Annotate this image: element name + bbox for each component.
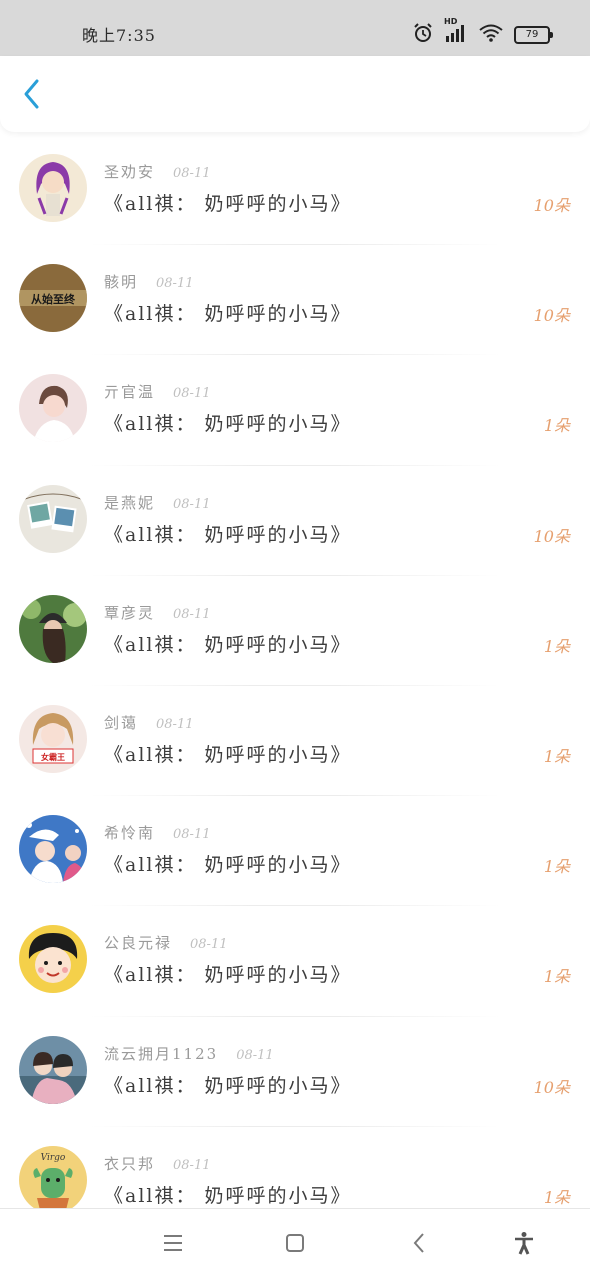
user-name: 公良元禄 bbox=[104, 934, 173, 953]
flower-count: 1朵 bbox=[543, 1187, 570, 1207]
user-name: 亓官温 bbox=[104, 383, 156, 402]
item-date: 08-11 bbox=[173, 827, 211, 843]
list-item[interactable]: 流云拥月1123 08-11 《all祺： 奶呼呼的小马》 10朵 bbox=[0, 1017, 590, 1127]
item-date: 08-11 bbox=[156, 716, 194, 732]
menu-icon bbox=[163, 1234, 183, 1256]
battery-icon: 79 bbox=[514, 26, 553, 44]
flower-count: 1朵 bbox=[543, 636, 570, 656]
alarm-icon bbox=[412, 22, 434, 48]
accessibility-button[interactable] bbox=[508, 1229, 540, 1261]
system-nav-bar bbox=[0, 1208, 590, 1280]
user-name: 希怜南 bbox=[104, 824, 156, 843]
list-item[interactable]: 亓官温 08-11 《all祺： 奶呼呼的小马》 1朵 bbox=[0, 355, 590, 466]
avatar[interactable] bbox=[19, 594, 87, 663]
avatar[interactable] bbox=[19, 925, 87, 994]
flower-count: 1朵 bbox=[543, 967, 570, 987]
status-bar: 晚上7:35 HD 79 bbox=[0, 0, 590, 56]
wifi-icon bbox=[478, 23, 504, 47]
book-title: 《all祺： 奶呼呼的小马》 bbox=[104, 854, 352, 877]
sign-text: 女霸王 bbox=[41, 752, 65, 762]
list-item[interactable]: 从始至终 骸明 08-11 《all祺： 奶呼呼的小马》 10朵 bbox=[0, 245, 590, 356]
book-title: 《all祺： 奶呼呼的小马》 bbox=[104, 303, 352, 326]
item-date: 08-11 bbox=[173, 1157, 211, 1173]
chevron-left-icon bbox=[22, 78, 42, 114]
flower-count: 10朵 bbox=[533, 526, 570, 546]
back-button[interactable] bbox=[16, 78, 48, 114]
avatar[interactable] bbox=[19, 374, 87, 443]
home-button[interactable] bbox=[279, 1229, 311, 1261]
avatar[interactable] bbox=[19, 154, 87, 222]
user-name: 覃彦灵 bbox=[104, 603, 156, 622]
book-title: 《all祺： 奶呼呼的小马》 bbox=[104, 743, 352, 766]
item-date: 08-11 bbox=[173, 166, 211, 181]
avatar[interactable] bbox=[19, 484, 87, 553]
avatar[interactable]: 从始至终 bbox=[19, 264, 87, 333]
avatar[interactable] bbox=[19, 1035, 87, 1104]
system-back-button[interactable] bbox=[403, 1229, 435, 1261]
list-item[interactable]: 圣劝安 08-11 《all祺： 奶呼呼的小马》 10朵 bbox=[0, 135, 590, 246]
signal-icon: HD bbox=[444, 17, 468, 47]
status-time: 晚上7:35 bbox=[82, 26, 156, 45]
virgo-text: Virgo bbox=[41, 1153, 66, 1163]
user-name: 圣劝安 bbox=[104, 163, 156, 181]
user-name: 衣只邦 bbox=[104, 1154, 156, 1173]
home-square-icon bbox=[285, 1233, 305, 1257]
list-item[interactable]: 女霸王 剑蔼 08-11 《all祺： 奶呼呼的小马》 1朵 bbox=[0, 686, 590, 797]
user-name: 剑蔼 bbox=[104, 713, 139, 732]
book-title: 《all祺： 奶呼呼的小马》 bbox=[104, 1184, 352, 1207]
book-title: 《all祺： 奶呼呼的小马》 bbox=[104, 523, 352, 546]
user-name: 骸明 bbox=[104, 273, 139, 292]
flower-count: 10朵 bbox=[533, 196, 570, 215]
item-date: 08-11 bbox=[173, 496, 211, 512]
flower-count: 10朵 bbox=[533, 1077, 570, 1097]
accessibility-icon bbox=[512, 1231, 536, 1259]
book-title: 《all祺： 奶呼呼的小马》 bbox=[104, 964, 352, 987]
menu-button[interactable] bbox=[157, 1229, 189, 1261]
signal-hd-label: HD bbox=[444, 17, 458, 26]
flower-count: 10朵 bbox=[533, 306, 570, 326]
item-date: 08-11 bbox=[173, 606, 211, 622]
avatar[interactable] bbox=[19, 815, 87, 884]
book-title: 《all祺： 奶呼呼的小马》 bbox=[104, 1074, 352, 1097]
list-item[interactable]: 公良元禄 08-11 《all祺： 奶呼呼的小马》 1朵 bbox=[0, 906, 590, 1017]
list-item[interactable]: 覃彦灵 08-11 《all祺： 奶呼呼的小马》 1朵 bbox=[0, 576, 590, 686]
flower-count: 1朵 bbox=[543, 857, 570, 877]
back-chevron-icon bbox=[412, 1232, 426, 1258]
flower-count: 1朵 bbox=[543, 746, 570, 766]
flower-count: 1朵 bbox=[543, 416, 570, 436]
gift-list: 圣劝安 08-11 《all祺： 奶呼呼的小马》 10朵 从始至终 骸明 08-… bbox=[0, 135, 590, 1237]
item-date: 08-11 bbox=[236, 1047, 274, 1063]
item-date: 08-11 bbox=[190, 937, 228, 953]
book-title: 《all祺： 奶呼呼的小马》 bbox=[104, 633, 352, 656]
user-name: 是燕妮 bbox=[104, 493, 156, 512]
header-bar bbox=[0, 56, 590, 132]
list-item[interactable]: 希怜南 08-11 《all祺： 奶呼呼的小马》 1朵 bbox=[0, 796, 590, 907]
list-item[interactable]: 是燕妮 08-11 《all祺： 奶呼呼的小马》 10朵 bbox=[0, 466, 590, 576]
book-title: 《all祺： 奶呼呼的小马》 bbox=[104, 413, 352, 436]
user-name: 流云拥月1123 bbox=[104, 1044, 219, 1063]
item-date: 08-11 bbox=[156, 276, 194, 292]
status-icons: HD 79 bbox=[412, 17, 553, 48]
avatar[interactable]: 女霸王 bbox=[19, 704, 87, 773]
avatar[interactable]: Virgo bbox=[19, 1145, 87, 1214]
item-date: 08-11 bbox=[173, 386, 211, 402]
avatar-text: 从始至终 bbox=[31, 292, 76, 306]
book-title: 《all祺： 奶呼呼的小马》 bbox=[104, 193, 352, 215]
